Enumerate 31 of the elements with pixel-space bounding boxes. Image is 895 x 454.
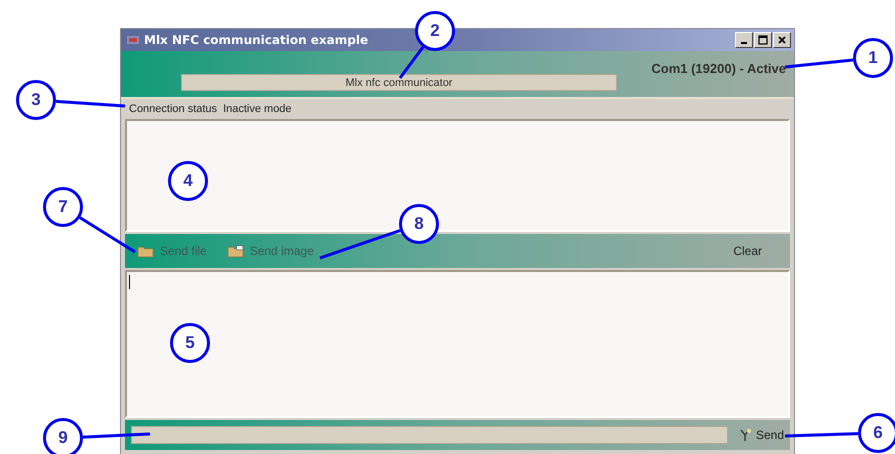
- port-status: Com1 (19200) - Active: [651, 61, 786, 76]
- callout-number: 2: [415, 11, 455, 51]
- maximize-button[interactable]: [754, 32, 772, 48]
- folder-icon: [226, 244, 244, 258]
- folder-icon: [137, 244, 154, 258]
- input-field[interactable]: [131, 426, 728, 444]
- status-label: Connection status: [129, 103, 218, 115]
- leader-line: [82, 432, 150, 439]
- leader-line: [56, 100, 126, 108]
- close-icon: [777, 35, 787, 45]
- toolbar-button[interactable]: Clear: [733, 244, 762, 258]
- callout-number: 3: [16, 80, 56, 120]
- send-button[interactable]: Send: [738, 428, 784, 442]
- antenna-icon: [738, 428, 752, 442]
- maximize-icon: [758, 35, 768, 45]
- minimize-icon: [741, 42, 747, 44]
- leader-line: [784, 58, 854, 68]
- close-button[interactable]: [773, 32, 791, 48]
- callout-number: 6: [858, 413, 895, 453]
- callout-number: 1: [853, 38, 893, 78]
- window-title: Mlx NFC communication example: [144, 33, 370, 47]
- leader-line: [398, 46, 424, 79]
- leader-line: [79, 216, 136, 254]
- callout-number: 9: [43, 418, 83, 454]
- callout-number: 7: [43, 187, 83, 227]
- status-value: Inactive mode: [223, 103, 292, 115]
- minimize-button[interactable]: [735, 32, 753, 48]
- received-text-area[interactable]: [125, 119, 790, 232]
- app-icon: [126, 34, 140, 46]
- title-field: Mlx nfc communicator: [181, 74, 617, 91]
- message-text-area[interactable]: [125, 270, 790, 418]
